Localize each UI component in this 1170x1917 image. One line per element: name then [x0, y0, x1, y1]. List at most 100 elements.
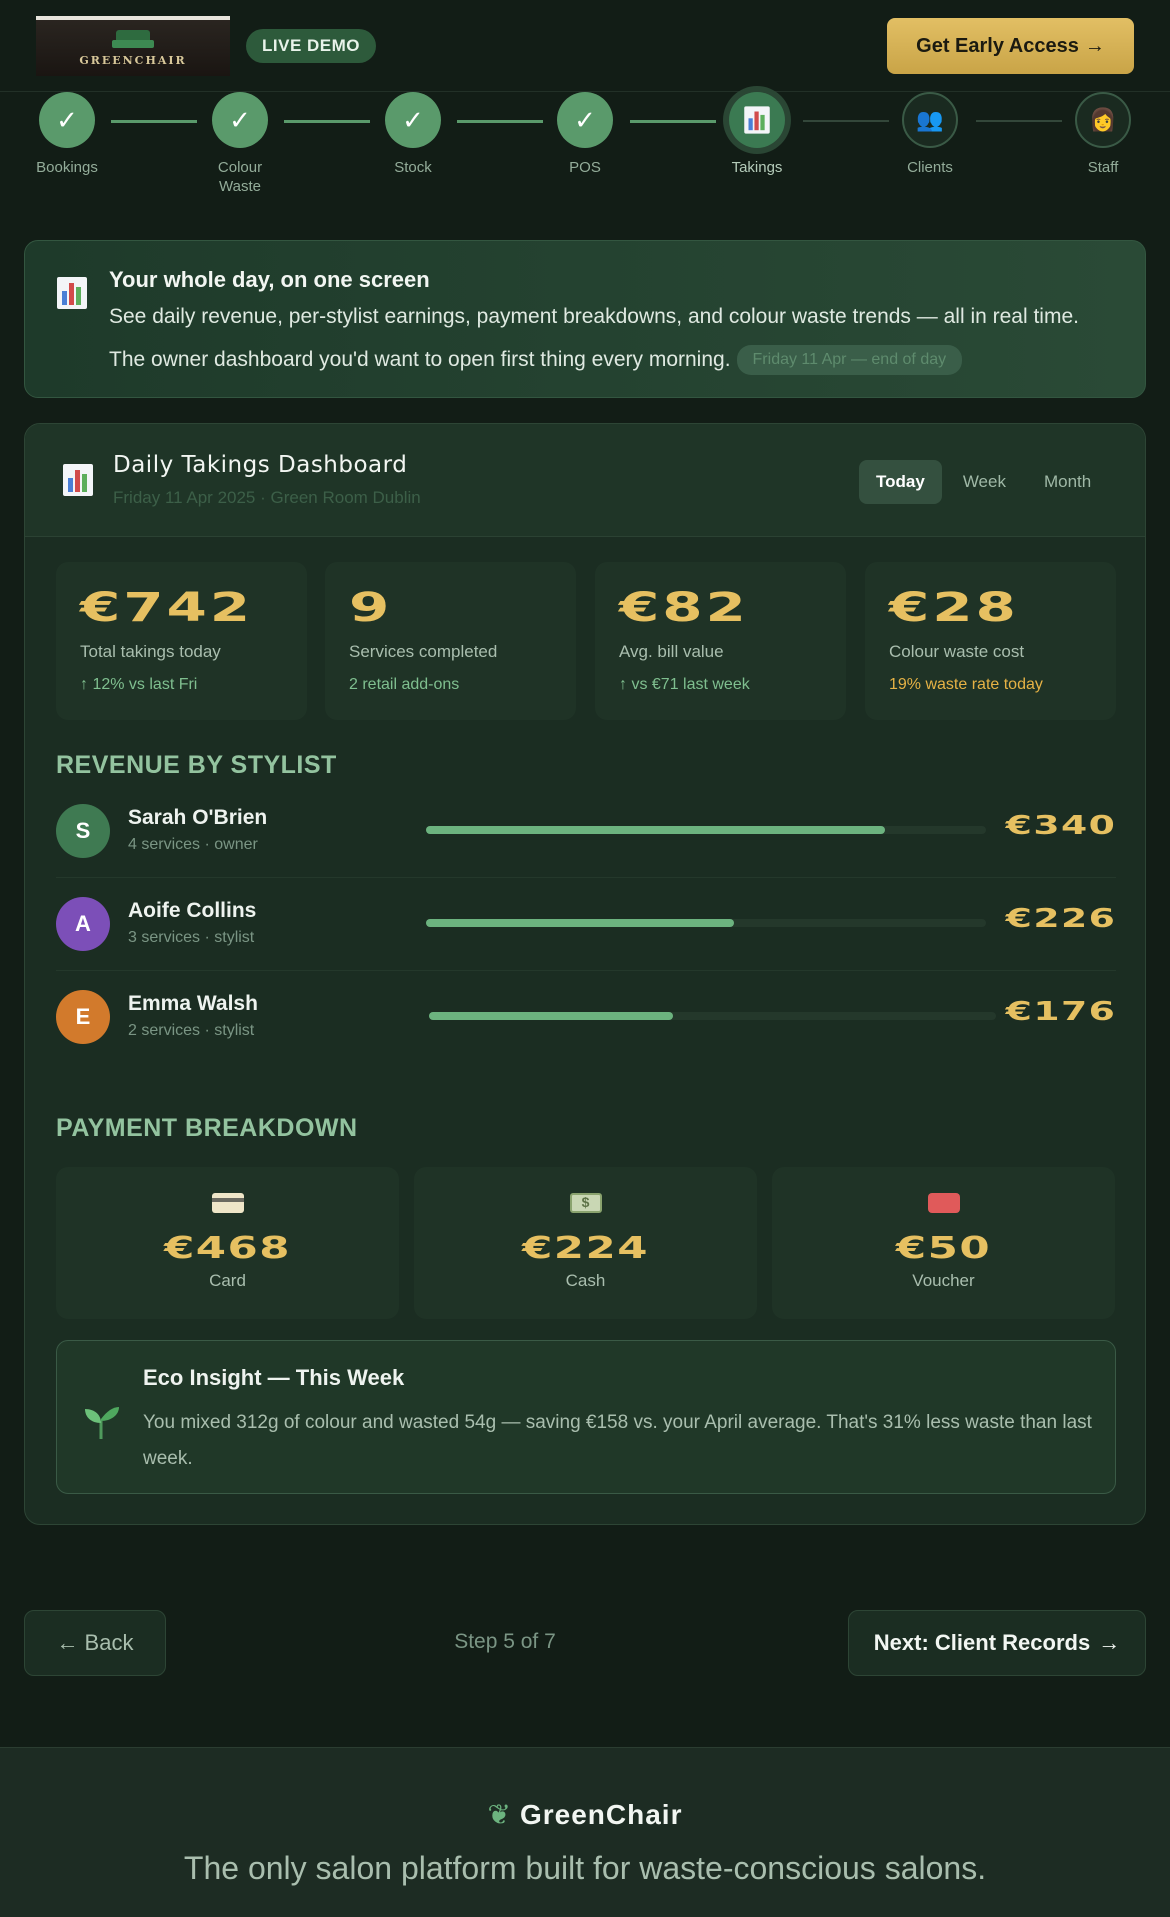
revenue-bar-fill	[426, 826, 886, 834]
stat-sub: 2 retail add-ons	[349, 676, 460, 693]
payment-label: Card	[209, 1271, 246, 1290]
stylist-name: Sarah O'Brien	[128, 806, 268, 829]
check-icon: ✓	[39, 92, 95, 148]
stat-label: Total takings today	[80, 642, 221, 661]
tab-week[interactable]: Week	[946, 460, 1023, 504]
check-icon: ✓	[385, 92, 441, 148]
step-label: Clients	[907, 159, 953, 176]
step-label: Stock	[394, 159, 432, 176]
voucher-icon	[927, 1193, 960, 1213]
footer-brand[interactable]: ❦ GreenChair	[0, 1798, 1170, 1831]
avatar: S	[56, 804, 110, 858]
sprout-icon	[85, 1407, 119, 1439]
intro-description: See daily revenue, per-stylist earnings,…	[109, 305, 1079, 328]
intro-subline: The owner dashboard you'd want to open f…	[109, 345, 963, 375]
stat-label: Avg. bill value	[619, 642, 724, 661]
stat-sub: ↑ vs €71 last week	[619, 676, 750, 693]
logo-text: GREENCHAIR	[79, 53, 187, 67]
step-label: Bookings	[36, 159, 98, 176]
stat-card-total-takings: €742 Total takings today ↑ 12% vs last F…	[56, 562, 307, 720]
stats-row: €742 Total takings today ↑ 12% vs last F…	[56, 562, 1116, 720]
stylist-meta: 3 services · stylist	[128, 929, 255, 946]
people-icon: 👥	[902, 92, 958, 148]
step-clients[interactable]: 👥 Clients	[860, 92, 1000, 177]
stylist-amount: €176	[1005, 997, 1116, 1027]
step-colour-waste[interactable]: ✓ Colour Waste	[170, 92, 310, 196]
stylist-name: Aoife Collins	[128, 899, 257, 922]
payment-value: €50	[895, 1231, 992, 1266]
payment-row: €468 Card €224 Cash €50 Voucher	[56, 1167, 1116, 1319]
step-bookings[interactable]: ✓ Bookings	[0, 92, 137, 177]
stylist-meta: 4 services · owner	[128, 836, 258, 853]
intro-card: Your whole day, on one screen See daily …	[24, 240, 1146, 398]
back-button[interactable]: ← Back	[24, 1610, 166, 1676]
stylist-row[interactable]: S Sarah O'Brien 4 services · owner €340	[56, 786, 1116, 878]
back-label: Back	[84, 1630, 134, 1655]
step-label: POS	[569, 159, 601, 176]
step-pos[interactable]: ✓ POS	[515, 92, 655, 177]
stylist-row[interactable]: A Aoife Collins 3 services · stylist €22…	[56, 879, 1116, 971]
stat-card-avg-bill: €82 Avg. bill value ↑ vs €71 last week	[595, 562, 846, 720]
payment-card-voucher: €50 Voucher	[772, 1167, 1115, 1319]
stat-label: Services completed	[349, 642, 498, 661]
step-takings[interactable]: Takings	[687, 92, 827, 177]
step-counter: Step 5 of 7	[454, 1630, 556, 1653]
revenue-bar-track	[426, 826, 986, 834]
stat-value: €28	[889, 585, 1019, 631]
stylist-amount: €340	[1005, 811, 1116, 841]
credit-card-icon	[211, 1193, 244, 1213]
bar-chart-icon	[63, 464, 93, 496]
revenue-bar-track	[429, 1012, 996, 1020]
live-demo-badge: LIVE DEMO	[246, 29, 377, 63]
tab-today[interactable]: Today	[859, 460, 942, 504]
staff-icon: 👩	[1075, 92, 1131, 148]
intro-title: Your whole day, on one screen	[109, 267, 430, 292]
arrow-right-icon: →	[1084, 34, 1105, 57]
arrow-right-icon: →	[1098, 1630, 1121, 1655]
eco-title: Eco Insight — This Week	[143, 1365, 405, 1390]
revenue-section-title: REVENUE BY STYLIST	[56, 751, 337, 779]
next-label: Next: Client Records	[873, 1630, 1091, 1655]
stat-sub: 19% waste rate today	[889, 676, 1043, 693]
stylist-amount: €226	[1005, 904, 1116, 934]
revenue-bar-fill	[429, 1012, 673, 1020]
stat-label: Colour waste cost	[889, 642, 1025, 661]
eco-insight-card: Eco Insight — This Week You mixed 312g o…	[56, 1340, 1116, 1494]
dashboard-title: Daily Takings Dashboard	[113, 452, 408, 478]
date-chip: Friday 11 Apr — end of day	[736, 345, 963, 375]
footer: ❦ GreenChair The only salon platform buil…	[0, 1747, 1170, 1917]
footer-tagline: The only salon platform built for waste-…	[183, 1850, 987, 1886]
dashboard-header: Daily Takings Dashboard Friday 11 Apr 20…	[25, 424, 1145, 537]
brand-name: GreenChair	[519, 1799, 683, 1830]
step-staff[interactable]: 👩 Staff	[1033, 92, 1170, 177]
step-label: Takings	[731, 159, 783, 176]
step-label: Colour Waste	[217, 159, 263, 195]
avatar: E	[56, 990, 110, 1044]
chair-logo-icon	[110, 29, 156, 52]
stat-card-services: 9 Services completed 2 retail add-ons	[325, 562, 576, 720]
payment-section-title: PAYMENT BREAKDOWN	[56, 1114, 358, 1142]
stat-card-colour-waste: €28 Colour waste cost 19% waste rate tod…	[865, 562, 1116, 720]
eco-text: You mixed 312g of colour and wasted 54g …	[143, 1412, 1092, 1469]
bar-chart-icon	[57, 277, 87, 309]
step-stock[interactable]: ✓ Stock	[343, 92, 483, 177]
stylist-meta: 2 services · stylist	[128, 1022, 255, 1039]
takings-dashboard: Daily Takings Dashboard Friday 11 Apr 20…	[24, 423, 1146, 1525]
greenchair-logo[interactable]: GREENCHAIR	[36, 16, 230, 76]
get-early-access-button[interactable]: Get Early Access →	[887, 18, 1134, 74]
check-icon: ✓	[212, 92, 268, 148]
intro-subline-text: The owner dashboard you'd want to open f…	[109, 348, 731, 371]
stylist-row[interactable]: E Emma Walsh 2 services · stylist €176	[56, 972, 1116, 1064]
onboarding-stepper: ✓ Bookings ✓ Colour Waste ✓ Stock ✓ POS …	[0, 92, 1170, 202]
cta-label: Get Early Access	[916, 34, 1079, 57]
stat-sub: ↑ 12% vs last Fri	[80, 676, 198, 693]
payment-label: Voucher	[912, 1271, 975, 1290]
leaf-icon: ❦	[487, 1799, 512, 1830]
top-bar: GREENCHAIR LIVE DEMO Get Early Access →	[0, 0, 1170, 92]
tab-month[interactable]: Month	[1027, 460, 1108, 504]
bar-chart-icon	[744, 106, 770, 134]
step-label: Staff	[1087, 159, 1119, 176]
check-icon: ✓	[557, 92, 613, 148]
arrow-left-icon: ←	[56, 1630, 79, 1655]
next-button[interactable]: Next: Client Records →	[848, 1610, 1146, 1676]
